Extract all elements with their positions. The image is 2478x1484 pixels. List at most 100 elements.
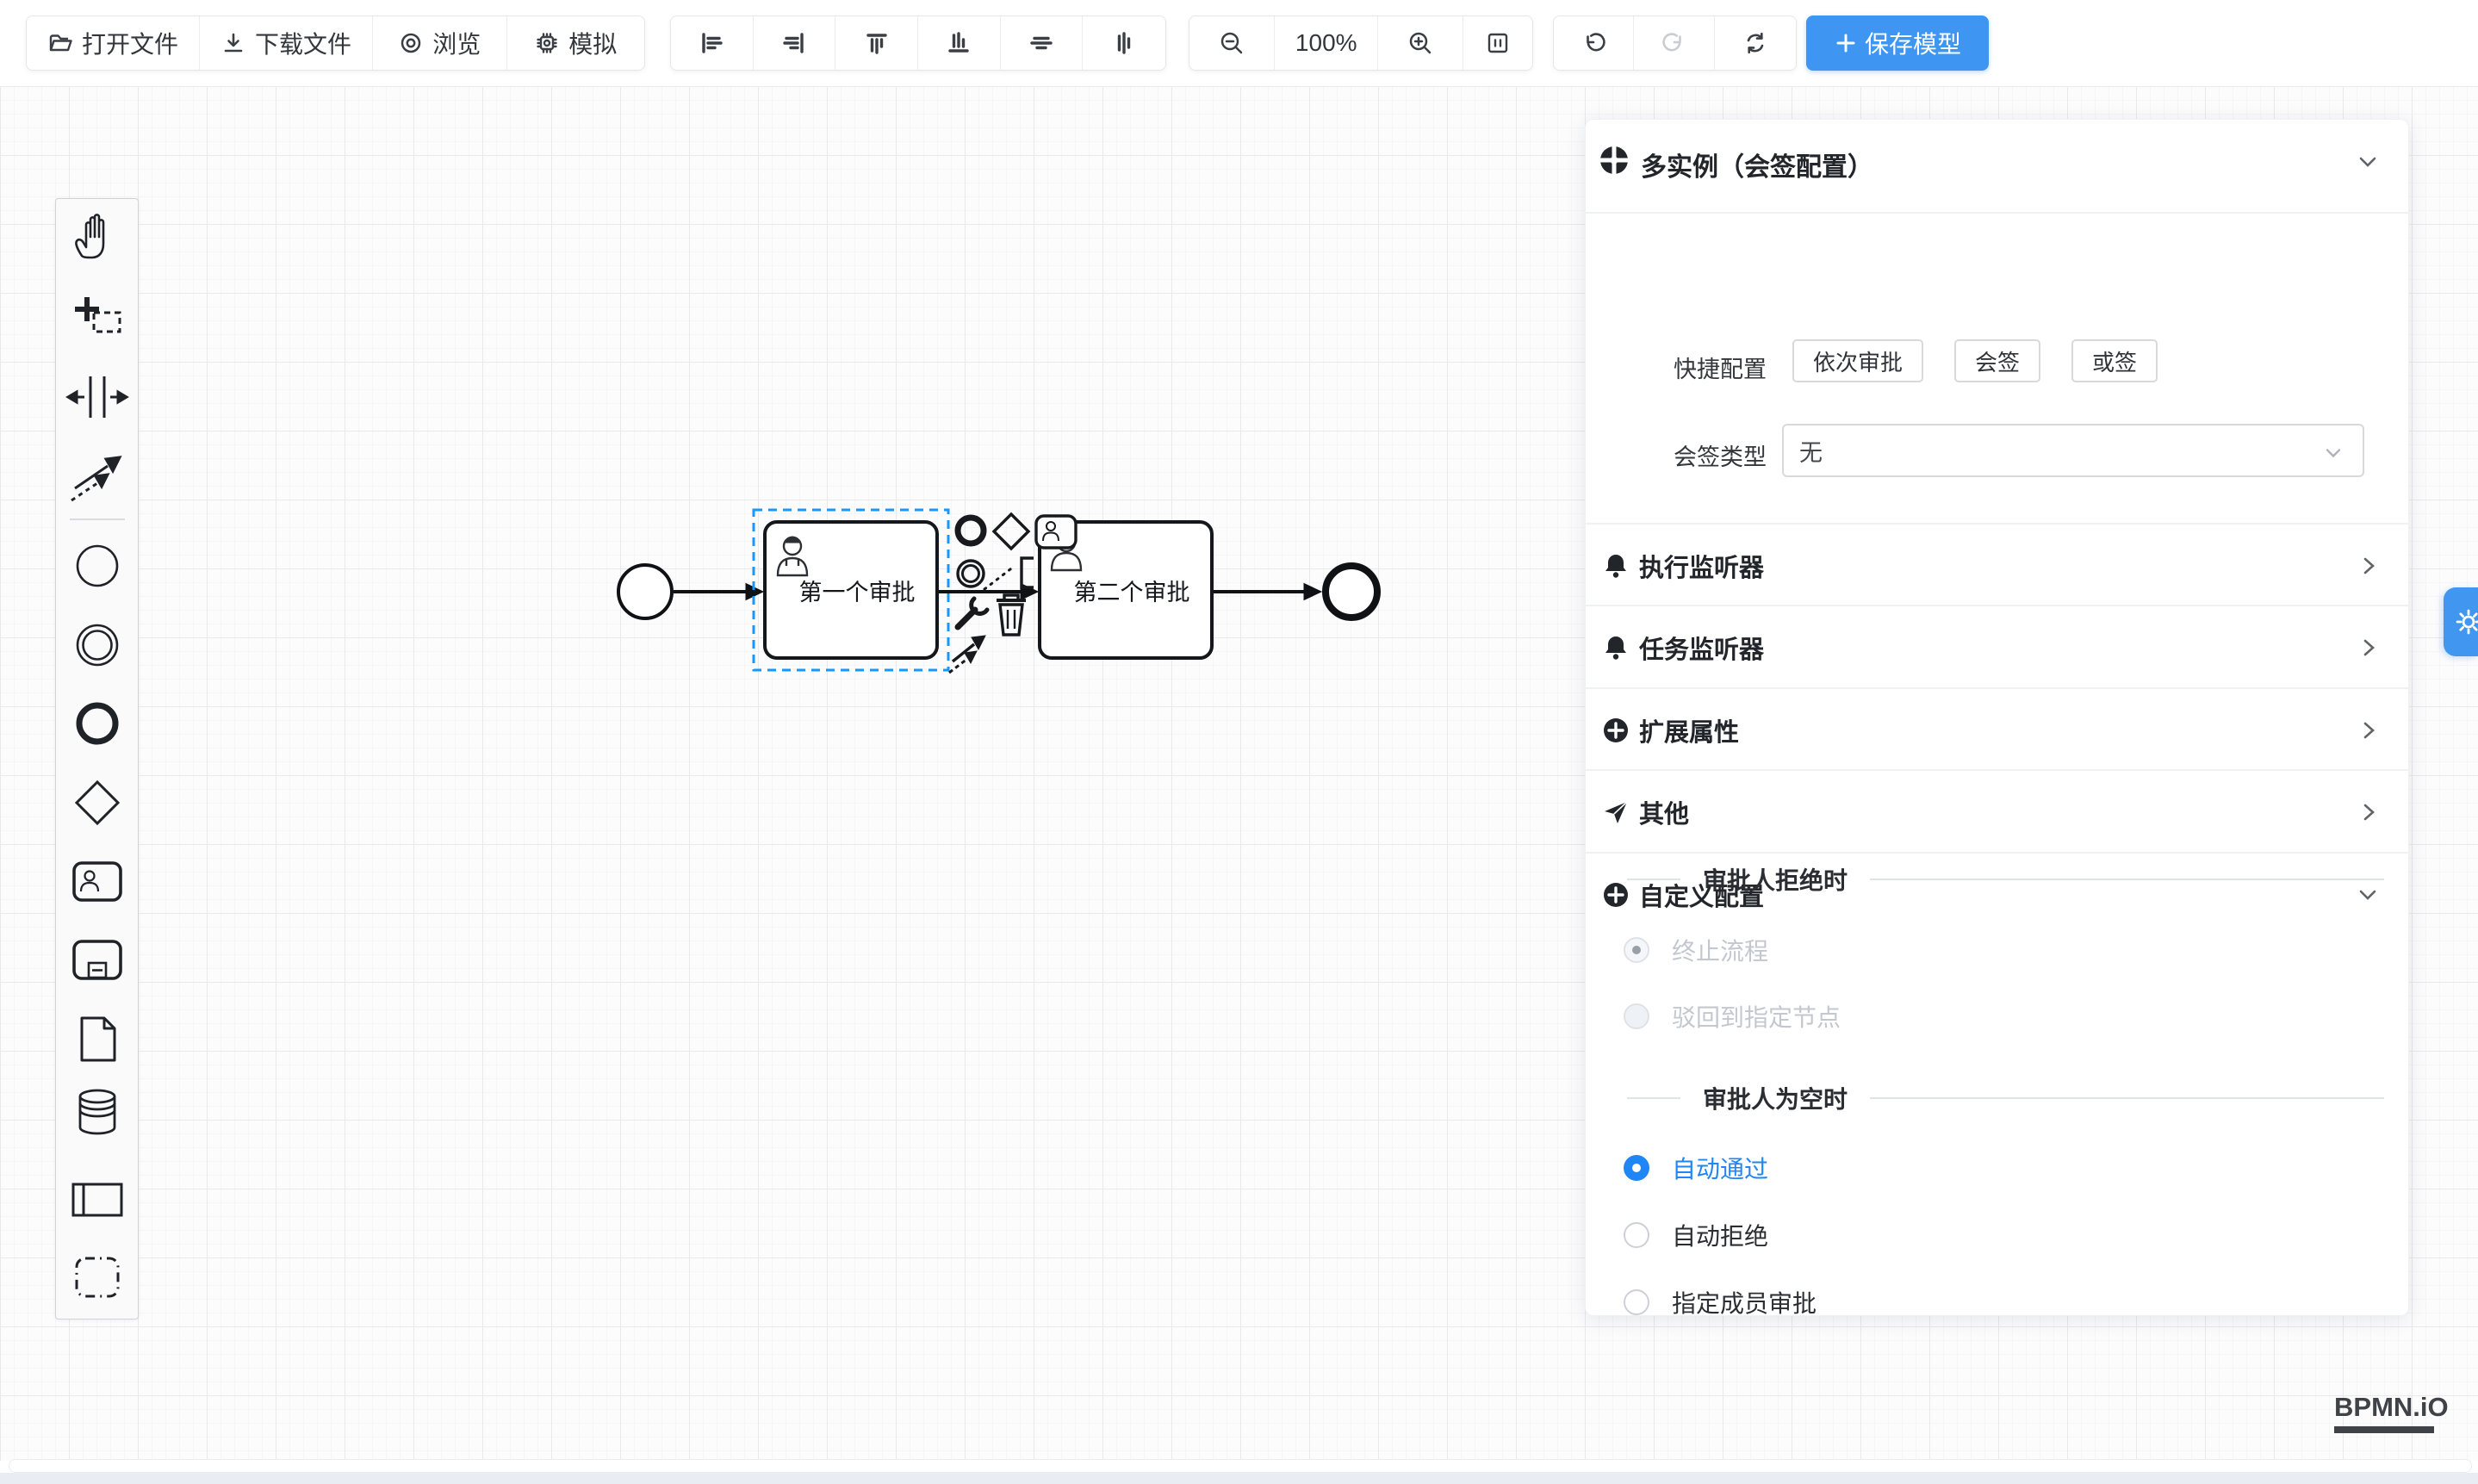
change-type-wrench-icon[interactable] [958,599,987,627]
annotation-dotted-link [984,566,1015,589]
preview-button[interactable]: 浏览 [373,16,507,70]
bell-icon [1601,551,1630,581]
bpmn-io-watermark[interactable]: BPMN.iO [2334,1392,2434,1433]
section-execution-listener[interactable] [1586,419,2408,471]
gateway[interactable] [77,782,118,823]
quick-config-label: 快捷配置 [1603,351,1767,384]
heading-line [1627,1097,1680,1099]
radio-auto-pass[interactable]: 自动通过 [1624,1151,1768,1185]
divider [1586,769,2408,771]
quick-option-countersign-button[interactable]: 会签 [1954,339,2040,382]
align-left-button[interactable] [671,16,754,70]
refresh-icon [1742,30,1768,56]
history-toolbar-group [1553,16,1797,71]
empty-group-heading: 审批人为空时 [1627,1081,2384,1115]
redo-button[interactable] [1634,16,1714,70]
bpmn-designer-app: 打开文件 下载文件 浏览 模拟 [0,0,2478,1484]
reject-group-heading: 审批人拒绝时 [1627,862,2384,897]
quick-option-orsign-button[interactable]: 或签 [2071,339,2158,382]
multi-instance-icon [1598,144,1630,177]
panel-header[interactable]: 多实例（会签配置） [1586,120,2408,212]
fit-viewport-button[interactable] [1463,16,1532,70]
align-center-vertical-button[interactable] [1083,16,1165,70]
call-activity[interactable] [74,941,121,978]
section-label: 扩展属性 [1639,712,1739,748]
heading-line [1627,879,1680,880]
heading-line [1870,879,2384,880]
data-store[interactable] [80,1090,115,1133]
align-center-horizontal-button[interactable] [1001,16,1084,70]
align-right-icon [781,30,807,56]
quick-option-sequential-button[interactable]: 依次审批 [1792,339,1923,382]
zoom-level-display[interactable]: 100% [1275,16,1378,70]
lasso-tool[interactable] [75,297,120,332]
radio-assign-member[interactable]: 指定成员审批 [1624,1285,1817,1319]
section-extended-properties[interactable]: 扩展属性 [1586,705,2408,756]
append-gateway-icon[interactable] [994,514,1028,549]
bell-icon [1601,633,1630,662]
chevron-right-icon [2358,554,2379,578]
properties-panel: 多实例（会签配置） 快捷配置 依次审批 会签 或签 会签类型 无 [1585,119,2409,1316]
intermediate-event[interactable] [78,625,117,665]
zoom-in-button[interactable] [1378,16,1463,70]
divider [1586,852,2408,854]
hand-tool[interactable] [76,214,103,258]
task2-label: 第二个审批 [1074,580,1190,605]
zoom-toolbar-group: 100% [1189,16,1533,71]
start-event[interactable] [78,546,117,586]
global-connect-tool[interactable] [71,457,120,500]
undo-icon [1581,30,1606,56]
append-text-annotation-icon[interactable] [1022,558,1034,587]
divider [1586,687,2408,689]
group[interactable] [77,1258,118,1296]
start-event-shape[interactable] [618,565,672,618]
data-object[interactable] [82,1018,115,1060]
radio-auto-reject[interactable]: 自动拒绝 [1624,1218,1768,1252]
bpmn-io-logo-text: BPMN.iO [2334,1392,2434,1423]
bottom-edge-bar [0,1473,2478,1484]
participant-pool[interactable] [73,1184,121,1215]
divider [1586,523,2408,525]
section-other[interactable]: 其他 [1586,786,2408,838]
reset-button[interactable] [1715,16,1796,70]
save-model-button[interactable]: 保存模型 [1806,16,1989,71]
zoom-out-icon [1218,29,1245,57]
append-intermediate-event-icon[interactable] [958,561,984,587]
undo-button[interactable] [1554,16,1634,70]
divider [1586,605,2408,606]
panel-title: 多实例（会签配置） [1641,146,1873,183]
space-tool[interactable] [68,376,127,418]
settings-tab[interactable] [2444,587,2478,656]
end-event[interactable] [79,705,115,742]
section-label: 其他 [1639,794,1689,830]
redo-icon [1661,30,1687,56]
zoom-out-button[interactable] [1189,16,1275,70]
radio-disabled-checked-icon [1624,937,1649,963]
radio-disabled-icon [1624,1003,1649,1029]
radio-checked-icon [1624,1155,1649,1181]
align-bottom-button[interactable] [918,16,1001,70]
append-end-event-icon[interactable] [958,518,984,543]
radio-terminate-process[interactable]: 终止流程 [1624,933,1768,967]
align-top-button[interactable] [835,16,918,70]
section-label: 执行监听器 [1639,548,1764,584]
task1-label: 第一个审批 [799,580,916,605]
plus-circle-icon [1601,716,1630,745]
radio-return-to-node[interactable]: 驳回到指定节点 [1624,999,1841,1034]
plus-icon [1834,31,1858,55]
align-right-button[interactable] [754,16,836,70]
simulate-button[interactable]: 模拟 [507,16,644,70]
chevron-down-icon[interactable] [2357,151,2379,173]
end-event-shape[interactable] [1326,566,1377,618]
section-task-listener[interactable]: 任务监听器 [1586,622,2408,674]
download-file-button[interactable]: 下载文件 [200,16,373,70]
reject-group-title: 审批人拒绝时 [1703,862,1848,897]
horizontal-scrollbar[interactable] [9,1459,2472,1473]
user-task[interactable] [74,863,121,900]
section-execution-listener[interactable]: 执行监听器 [1586,540,2408,592]
open-file-button[interactable]: 打开文件 [27,16,200,70]
connect-arrow-icon[interactable] [949,636,985,673]
delete-trash-icon[interactable] [997,595,1026,635]
append-user-task-icon[interactable] [1036,516,1076,548]
section-label: 任务监听器 [1639,630,1764,666]
